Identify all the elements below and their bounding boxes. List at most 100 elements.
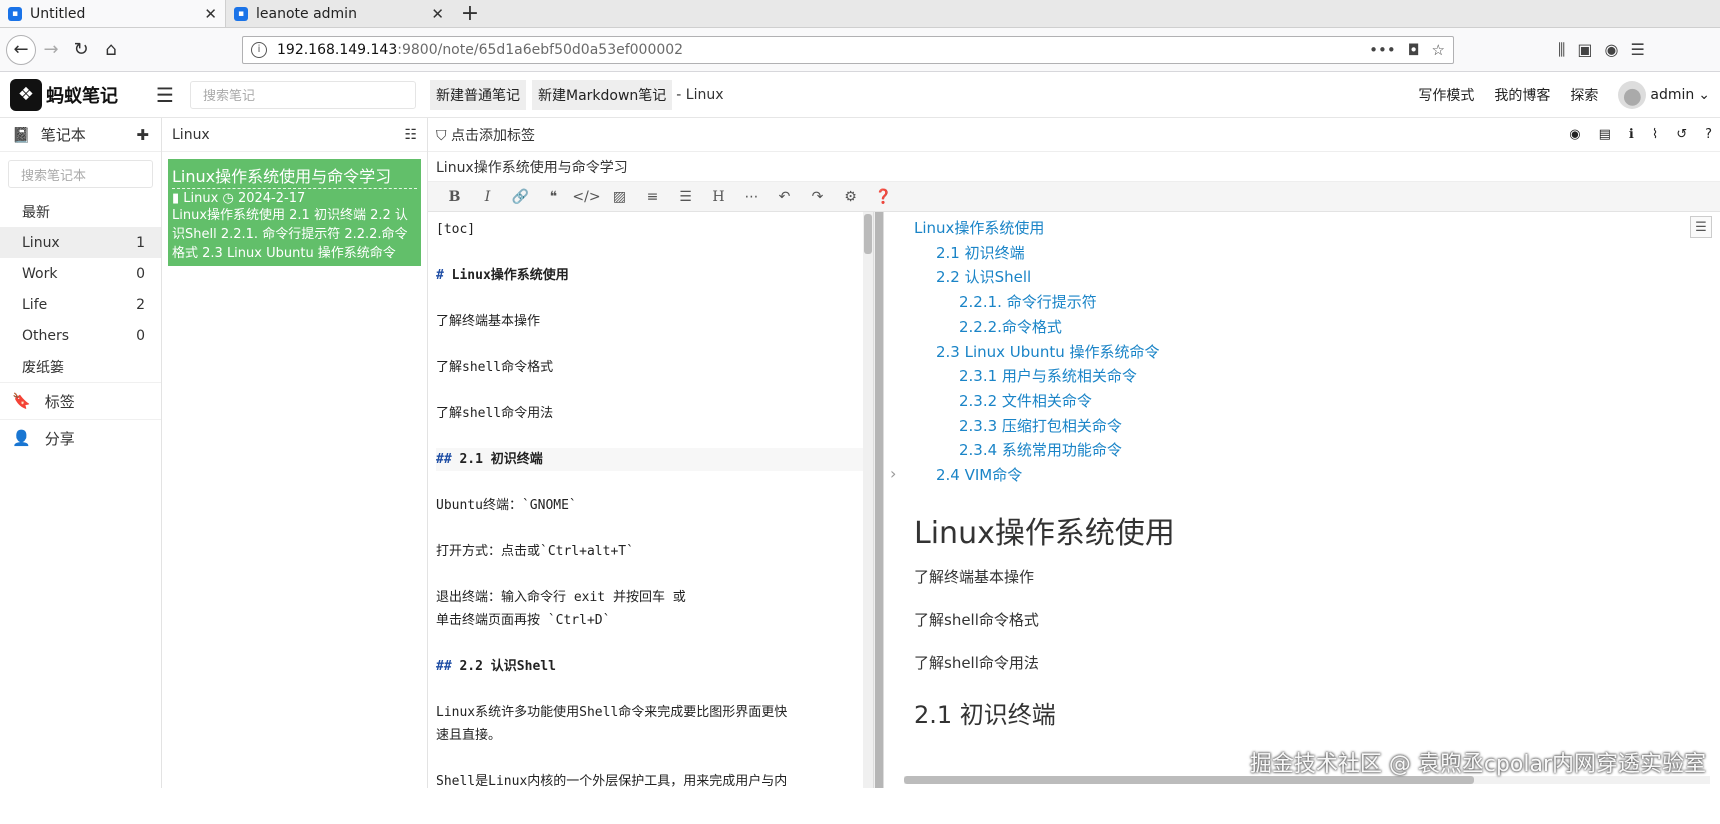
sidebar-item-work[interactable]: Work 0 (0, 258, 161, 289)
settings-gear-icon[interactable]: ⚙ (834, 189, 867, 205)
url-bar[interactable]: i 192.168.149.143:9800/note/65d1a6ebf50d… (242, 35, 1454, 64)
note-title-input[interactable]: Linux操作系统使用与命令学习 (428, 152, 1720, 182)
toc-link[interactable]: 2.2 认识Shell (914, 265, 1720, 290)
save-icon[interactable]: ▤ (1599, 127, 1611, 142)
heading-icon[interactable]: H (702, 189, 735, 205)
note-card-title: Linux操作系统使用与命令学习 (172, 163, 417, 189)
toc-link[interactable]: Linux操作系统使用 (914, 216, 1720, 241)
table-of-contents: Linux操作系统使用 2.1 初识终端 2.2 认识Shell 2.2.1. … (914, 216, 1720, 488)
italic-icon[interactable]: I (471, 189, 504, 205)
browser-tab-leanote-admin[interactable]: ▪ leanote admin ✕ (226, 0, 452, 27)
code-icon[interactable]: </> (570, 189, 603, 205)
tag-icon: ⛉ (436, 127, 447, 144)
sidebar-toggle-icon[interactable]: ▣ (1577, 40, 1592, 60)
info-icon[interactable]: ℹ (1629, 127, 1634, 142)
leanote-favicon-icon: ▪ (8, 6, 22, 21)
logo-text: 蚂蚁笔记 (46, 85, 118, 107)
toc-link[interactable]: 2.3.2 文件相关命令 (914, 389, 1720, 414)
quote-icon[interactable]: ❝ (537, 189, 570, 205)
redo-icon[interactable]: ↷ (801, 189, 834, 205)
browser-tab-bar: ▪ Untitled ✕ ▪ leanote admin ✕ + (0, 0, 1720, 28)
toc-link[interactable]: 2.3.4 系统常用功能命令 (914, 438, 1720, 463)
my-blog-link[interactable]: 我的博客 (1494, 85, 1550, 105)
back-button[interactable]: ← (6, 34, 36, 65)
new-tab-button[interactable]: + (452, 0, 488, 27)
ordered-list-icon[interactable]: ≡ (636, 189, 669, 205)
sidebar-item-others[interactable]: Others 0 (0, 320, 161, 351)
pane-splitter-scrollbar[interactable] (874, 212, 884, 788)
close-tab-icon[interactable]: ✕ (204, 5, 217, 23)
browser-menu-icon[interactable]: ☰ (1630, 40, 1644, 60)
add-notebook-icon[interactable]: ✚ (136, 126, 149, 144)
sidebar-item-life[interactable]: Life 2 (0, 289, 161, 320)
bookmark-icon: 🔖 (12, 392, 31, 410)
leanote-favicon-icon: ▪ (234, 6, 248, 21)
pocket-icon[interactable]: ◘ (1408, 41, 1420, 59)
help-circle-icon[interactable]: ❓ (867, 189, 900, 205)
bold-icon[interactable]: B (438, 189, 471, 205)
toc-link[interactable]: 2.3 Linux Ubuntu 操作系统命令 (914, 340, 1720, 365)
new-note-button[interactable]: 新建普通笔记 (430, 79, 526, 110)
notebook-header: 📓 笔记本 ✚ (0, 118, 161, 152)
home-button[interactable]: ⌂ (96, 35, 126, 65)
clock-icon: ◷ (222, 191, 234, 206)
toc-link[interactable]: 2.3.3 压缩打包相关命令 (914, 414, 1720, 439)
source-scrollbar[interactable] (863, 212, 873, 788)
list-view-icon[interactable]: ☷ (404, 127, 417, 143)
page-actions-icon[interactable]: ••• (1369, 41, 1396, 59)
undo-icon[interactable]: ↶ (768, 189, 801, 205)
site-info-icon[interactable]: i (251, 41, 267, 58)
app-logo[interactable]: ❖ 蚂蚁笔记 (10, 78, 156, 111)
new-markdown-button[interactable]: 新建Markdown笔记 (532, 79, 673, 110)
reload-button[interactable]: ↻ (66, 35, 96, 65)
sidebar-item-latest[interactable]: 最新 (0, 196, 161, 227)
toc-link[interactable]: 2.1 初识终端 (914, 241, 1720, 266)
explore-link[interactable]: 探索 (1570, 85, 1598, 105)
library-icon[interactable]: ⫼ (1558, 40, 1565, 60)
image-icon[interactable]: ▨ (603, 189, 636, 205)
user-menu[interactable]: ● admin ⌄ (1618, 81, 1710, 109)
attachment-icon[interactable]: ⌇ (1652, 127, 1658, 142)
add-tag-button[interactable]: ⛉ 点击添加标签 (436, 125, 1551, 145)
account-icon[interactable]: ◉ (1605, 40, 1619, 60)
preview-paragraph: 了解终端基本操作 (914, 567, 1035, 586)
close-tab-icon[interactable]: ✕ (431, 5, 444, 23)
toc-link[interactable]: 2.2.2.命令格式 (914, 315, 1720, 340)
toc-link[interactable]: 2.3.1 用户与系统相关命令 (914, 364, 1720, 389)
write-mode-link[interactable]: 写作模式 (1418, 85, 1474, 105)
preview-heading-1: Linux操作系统使用 (914, 515, 1175, 551)
source-line: 了解终端基本操作 (436, 314, 541, 329)
share-section[interactable]: 👤 分享 (0, 419, 161, 456)
preview-eye-icon[interactable]: ◉ (1569, 127, 1580, 142)
note-list-header: Linux ☷ (162, 118, 427, 152)
unordered-list-icon[interactable]: ☰ (669, 189, 702, 205)
history-icon[interactable]: ↺ (1676, 127, 1687, 142)
notebook-small-icon: ▮ (172, 191, 180, 206)
browser-tab-title: leanote admin (256, 5, 357, 22)
forward-button[interactable]: → (36, 35, 66, 65)
note-card-meta: ▮ Linux ◷ 2024-2-17 (172, 191, 306, 206)
source-line: # Linux操作系统使用 (436, 268, 569, 283)
list-item[interactable]: Linux操作系统使用与命令学习 ▮ Linux ◷ 2024-2-17 Lin… (168, 159, 421, 266)
markdown-source-editor[interactable]: [toc] # Linux操作系统使用 了解终端基本操作 了解shell命令格式… (428, 212, 874, 788)
toc-menu-icon[interactable]: ☰ (1690, 216, 1712, 238)
search-notes-input[interactable]: 搜索笔记 (190, 80, 416, 109)
url-host: 192.168.149.143 (277, 41, 398, 58)
chevron-right-icon[interactable]: › (890, 464, 896, 483)
browser-tab-untitled[interactable]: ▪ Untitled ✕ (0, 0, 226, 27)
link-icon[interactable]: 🔗 (504, 189, 537, 205)
sidebar-item-trash[interactable]: 废纸篓 (0, 351, 161, 382)
toc-link[interactable]: 2.4 VIM命令 (914, 463, 1720, 488)
help-icon[interactable]: ? (1705, 127, 1712, 142)
preview-paragraph: 了解shell命令格式 (914, 610, 1039, 629)
bookmark-star-icon[interactable]: ☆ (1432, 41, 1445, 59)
user-icon: 👤 (12, 429, 31, 447)
tags-section[interactable]: 🔖 标签 (0, 382, 161, 419)
sidebar-item-linux[interactable]: Linux 1 (0, 227, 161, 258)
search-notebook-input[interactable]: 搜索笔记本 (8, 160, 153, 188)
toc-link[interactable]: 2.2.1. 命令行提示符 (914, 290, 1720, 315)
horizontal-rule-icon[interactable]: ⋯ (735, 189, 768, 205)
collapse-menu-icon[interactable]: ☰ (156, 83, 186, 107)
source-line: 速且直接。 (436, 728, 502, 743)
source-line: Shell是Linux内核的一个外层保护工具，用来完成用户与内 (436, 774, 788, 788)
